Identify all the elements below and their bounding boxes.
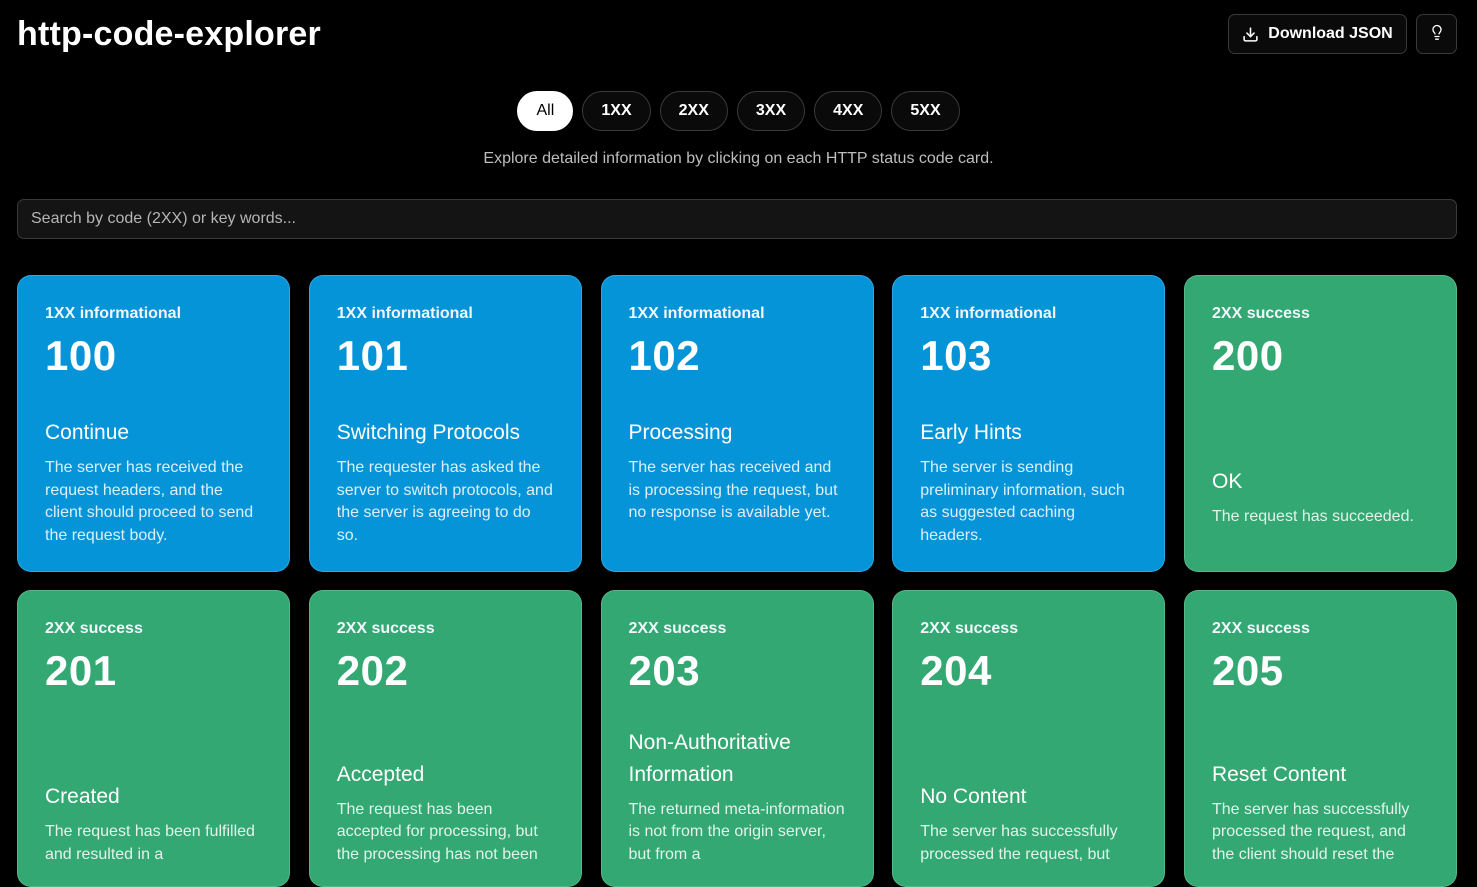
card-description: The request has succeeded. [1212,508,1414,525]
card-category: 2XX success [1212,620,1310,637]
card-description: The server has received the request head… [45,459,254,544]
card-code: 100 [45,332,117,379]
card-name: Reset Content [1212,762,1347,786]
search-input[interactable] [17,199,1457,239]
card-description: The server has successfully processed th… [920,823,1118,863]
card-code: 202 [336,647,409,694]
card-name: Accepted [336,762,425,786]
card-description: The server has successfully processed th… [1212,800,1410,863]
filter-5xx[interactable]: 5XX [891,91,960,131]
card-body: Non-Authoritative Information The return… [629,727,847,867]
card-name: Early Hints [920,421,1022,444]
card-description: The requester has asked the server to sw… [336,459,553,544]
card-description: The request has been accepted for proces… [336,800,538,863]
card-category: 1XX informational [45,305,182,322]
card-body: No Content The server has successfully p… [920,781,1138,866]
hint-button[interactable] [1416,14,1457,54]
status-card-101[interactable]: 1XX informational 101 Switching Protocol… [308,275,582,572]
card-body: Reset Content The server has successfull… [1212,759,1430,867]
card-category: 1XX informational [336,305,473,322]
card-body: Early Hints The server is sending prelim… [920,417,1138,547]
filter-4xx[interactable]: 4XX [814,91,883,131]
status-card-203[interactable]: 2XX success 203 Non-Authoritative Inform… [600,590,874,887]
card-body: Processing The server has received and i… [629,417,847,525]
card-name: Continue [45,421,130,444]
card-name: No Content [920,785,1027,808]
card-code: 201 [45,647,117,694]
card-category: 2XX success [1212,305,1310,322]
download-json-button[interactable]: Download JSON [1228,14,1407,54]
card-category: 2XX success [45,620,143,637]
status-card-205[interactable]: 2XX success 205 Reset Content The server… [1184,590,1457,887]
card-description: The returned meta-information is not fro… [628,800,845,863]
card-name: Switching Protocols [336,421,520,444]
card-category: 2XX success [336,620,435,637]
status-code-grid: 1XX informational 100 Continue The serve… [17,275,1457,887]
card-description: The request has been fulfilled and resul… [45,823,255,863]
card-name: OK [1212,470,1243,493]
status-card-201[interactable]: 2XX success 201 Created The request has … [17,590,290,887]
download-icon [1242,26,1259,43]
filter-all[interactable]: All [517,91,574,131]
card-name: Processing [628,421,733,444]
card-body: Created The request has been fulfilled a… [45,781,263,866]
card-description: The server has received and is processin… [628,459,838,521]
status-card-202[interactable]: 2XX success 202 Accepted The request has… [308,590,582,887]
status-card-102[interactable]: 1XX informational 102 Processing The ser… [600,275,874,572]
status-card-200[interactable]: 2XX success 200 OK The request has succe… [1184,275,1457,572]
card-code: 102 [628,332,701,379]
card-description: The server is sending preliminary inform… [920,459,1125,544]
card-body: Accepted The request has been accepted f… [337,759,555,867]
card-body: OK The request has succeeded. [1212,466,1430,551]
filter-1xx[interactable]: 1XX [582,91,651,131]
download-json-label: Download JSON [1268,25,1393,42]
card-code: 205 [1212,647,1284,694]
card-code: 203 [628,647,701,694]
filter-3xx[interactable]: 3XX [736,91,806,131]
app-title: http-code-explorer [17,15,321,53]
lightbulb-icon [1429,24,1445,44]
card-category: 1XX informational [920,305,1057,322]
card-name: Non-Authoritative Information [628,730,791,786]
category-filter-bar: All 1XX 2XX 3XX 4XX 5XX [0,91,1477,131]
status-card-103[interactable]: 1XX informational 103 Early Hints The se… [892,275,1166,572]
status-card-100[interactable]: 1XX informational 100 Continue The serve… [17,275,290,572]
card-body: Continue The server has received the req… [45,417,263,547]
card-code: 103 [920,332,992,379]
status-card-204[interactable]: 2XX success 204 No Content The server ha… [892,590,1166,887]
card-body: Switching Protocols The requester has as… [337,417,555,547]
card-code: 204 [920,647,992,694]
card-code: 101 [336,332,409,379]
card-name: Created [45,785,120,808]
page-subtitle: Explore detailed information by clicking… [483,150,994,167]
card-code: 200 [1212,332,1284,379]
card-category: 1XX informational [628,305,765,322]
filter-2xx[interactable]: 2XX [659,91,728,131]
card-category: 2XX success [920,620,1019,637]
card-category: 2XX success [628,620,727,637]
